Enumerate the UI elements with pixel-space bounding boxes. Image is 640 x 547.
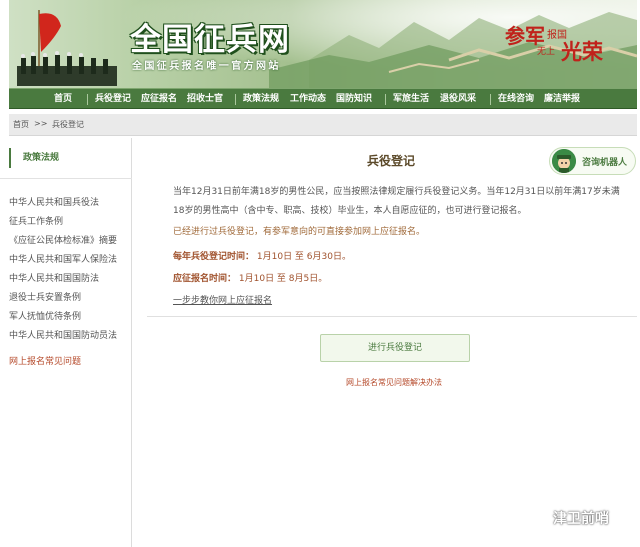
faq-solutions-link[interactable]: 网上报名常见问题解决办法 [145,377,640,388]
nav-home[interactable]: 首页 [54,89,72,110]
nav-separator [385,94,386,105]
intro-paragraph-line-1: 当年12月31日前年满18岁的男性公民，应当按照法律规定履行兵役登记义务。当年1… [173,187,620,197]
nav-nco-recruitment[interactable]: 招收士官 [187,89,223,110]
registration-note: 已经进行过兵役登记，有参军意向的可直接参加网上应征报名。 [173,227,426,237]
slogan-main-2: 光荣 [561,39,603,64]
nav-news[interactable]: 工作动态 [290,89,326,110]
breadcrumb: 首页 >> 兵役登记 [9,114,637,136]
nav-enlistment-application[interactable]: 应征报名 [141,89,177,110]
nav-integrity-report[interactable]: 廉洁举报 [544,89,580,110]
sidebar: 政策法规 中华人民共和国兵役法 征兵工作条例 《应征公民体检标准》摘要 中华人民… [0,138,132,547]
nav-military-life[interactable]: 军旅生活 [393,89,429,110]
nav-separator [235,94,236,105]
robot-label: 咨询机器人 [582,158,628,168]
nav-online-consult[interactable]: 在线咨询 [498,89,534,110]
breadcrumb-home[interactable]: 首页 [13,119,29,130]
registration-time-label: 每年兵役登记时间： [173,252,255,262]
step-by-step-link[interactable]: 一步步教你网上应征报名 [173,293,272,306]
intro-paragraph-line-2: 18岁的男性高中（含中专、职高、技校）毕业生，本人自愿应征的，也可进行登记报名。 [173,206,527,216]
nav-military-registration[interactable]: 兵役登记 [95,89,131,110]
site-subtitle: 全国征兵报名唯一官方网站 [132,61,281,72]
robot-avatar-icon [552,149,576,173]
sidebar-item-national-defense-law[interactable]: 中华人民共和国国防法 [9,271,99,284]
nav-veterans[interactable]: 退役风采 [440,89,476,110]
sidebar-item-physical-standards[interactable]: 《应征公民体检标准》摘要 [9,233,117,246]
application-time-label: 应征报名时间： [173,274,237,284]
watermark-text: 津卫前哨 [553,511,609,527]
sidebar-item-defense-mobilization-law[interactable]: 中华人民共和国国防动员法 [9,328,117,341]
sidebar-item-pension-regulations[interactable]: 军人抚恤优待条例 [9,309,81,322]
nav-defense-knowledge[interactable]: 国防知识 [336,89,372,110]
sidebar-item-faq[interactable]: 网上报名常见问题 [9,354,81,367]
content-divider [147,316,637,317]
sidebar-heading: 政策法规 [9,148,59,168]
nav-separator [490,94,491,105]
main-nav: 首页 兵役登记 应征报名 招收士官 政策法规 工作动态 国防知识 军旅生活 退役… [9,88,637,109]
site-title: 全国征兵网 [130,22,290,58]
site-banner: 全国征兵网 全国征兵报名唯一官方网站 参军 报国 无上 光荣 [9,0,637,88]
sidebar-item-conscription-regulations[interactable]: 征兵工作条例 [9,214,63,227]
register-button[interactable]: 进行兵役登记 [320,334,470,362]
breadcrumb-current: 兵役登记 [52,120,84,129]
slogan-small-2: 无上 [537,47,556,57]
sidebar-item-veteran-placement[interactable]: 退役士兵安置条例 [9,290,81,303]
sidebar-item-military-service-law[interactable]: 中华人民共和国兵役法 [9,195,99,208]
nav-separator [87,94,88,105]
application-time-value: 1月10日 至 8月5日。 [238,274,328,284]
slogan: 参军 报国 无上 光荣 [505,18,615,66]
breadcrumb-separator: >> [34,119,48,128]
registration-time: 每年兵役登记时间： 1月10日 至 6月30日。 [173,249,351,262]
wechat-icon [527,510,548,527]
application-time: 应征报名时间： 1月10日 至 8月5日。 [173,271,327,284]
registration-time-value: 1月10日 至 6月30日。 [256,252,351,262]
flag-soldiers-image [17,10,117,86]
sidebar-item-military-insurance-law[interactable]: 中华人民共和国军人保险法 [9,252,117,265]
main-content: 兵役登记 咨询机器人 当年12月31日前年满18岁的男性公民，应当按照法律规定履… [145,138,637,547]
sidebar-divider [0,178,132,179]
consult-robot-button[interactable]: 咨询机器人 [549,147,636,175]
nav-policies[interactable]: 政策法规 [243,89,279,110]
